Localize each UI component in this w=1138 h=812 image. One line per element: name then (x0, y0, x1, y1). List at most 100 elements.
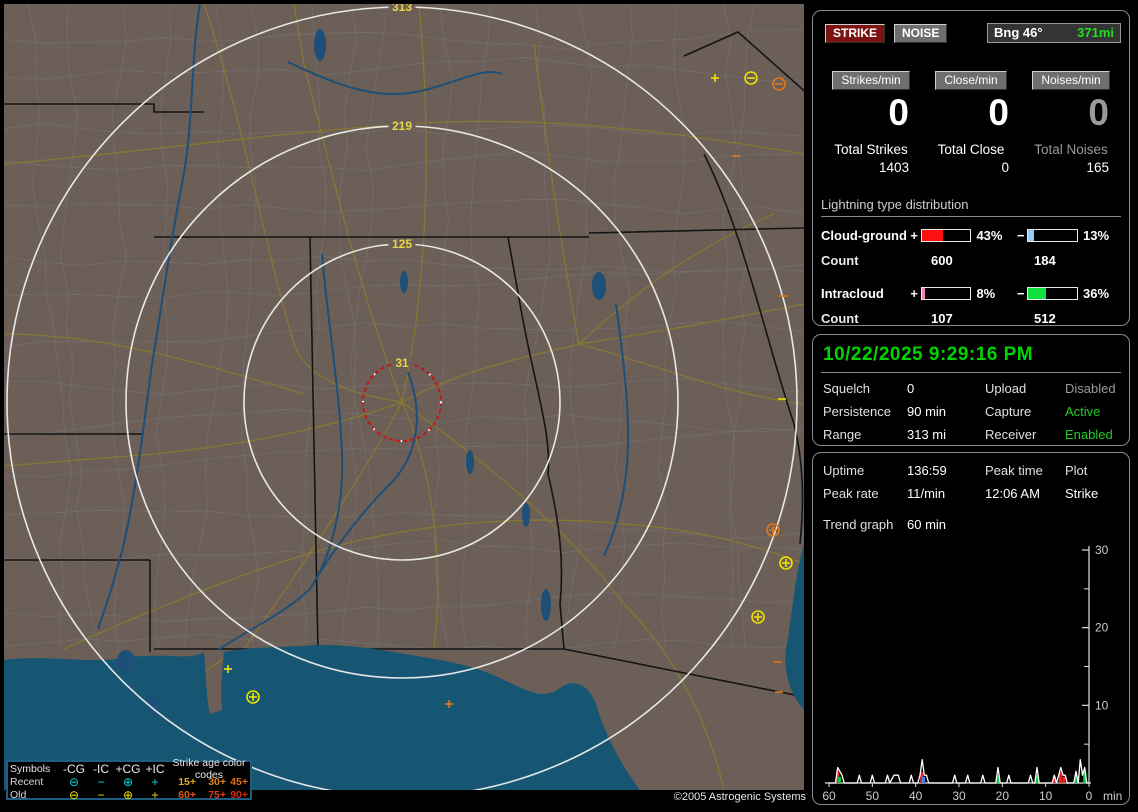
svg-text:20: 20 (996, 789, 1010, 800)
legend-row-old-label: Old (10, 789, 60, 801)
persistence-value: 90 min (907, 404, 985, 419)
count-label: Count (821, 253, 931, 268)
cloud-ground-row: Cloud-ground + 43% − 13% (821, 228, 1121, 243)
capture-status: Active (1065, 404, 1121, 419)
ic-positive-count: 107 (931, 311, 1034, 326)
cg-positive-count: 600 (931, 253, 1034, 268)
distribution-title: Lightning type distribution (821, 197, 1121, 217)
peak-time-label: Peak time (985, 463, 1065, 478)
neg-ic-recent-icon: − (88, 777, 114, 787)
receiver-label: Receiver (985, 427, 1065, 442)
pos-cg-old-icon: ⊕ (114, 790, 142, 800)
close-per-min-chip[interactable]: Close/min (935, 71, 1006, 90)
legend-symbols-header: Symbols (10, 763, 60, 775)
ic-negative-bar (1027, 287, 1078, 300)
svg-text:10: 10 (1095, 698, 1109, 712)
cg-negative-bar (1027, 229, 1078, 242)
status-row-squelch: Squelch 0 Upload Disabled (821, 381, 1121, 396)
svg-text:30: 30 (1095, 544, 1109, 557)
noise-button[interactable]: NOISE (894, 24, 947, 43)
cloud-ground-counts: Count 600 184 (821, 253, 1121, 268)
plot-mode-value: Strike (1065, 486, 1121, 501)
upload-label: Upload (985, 381, 1065, 396)
close-per-min-value: 0 (921, 94, 1021, 133)
total-close-value: 0 (921, 160, 1021, 175)
receiver-status: Enabled (1065, 427, 1121, 442)
svg-text:20: 20 (1095, 621, 1109, 635)
age-60: 60+ (168, 789, 198, 801)
status-row-range: Range 313 mi Receiver Enabled (821, 427, 1121, 442)
copyright-text: ©2005 Astrogenic Systems (674, 791, 806, 803)
minus-sign: − (1014, 286, 1027, 301)
total-noises-value: 165 (1021, 160, 1121, 175)
trend-graph-value: 60 min (907, 517, 946, 532)
range-value: 371mi (1077, 25, 1114, 40)
legend-col-pos-cg: +CG (114, 764, 142, 774)
svg-text:31: 31 (395, 356, 409, 370)
count-label: Count (821, 311, 931, 326)
svg-text:60: 60 (822, 789, 836, 800)
cg-positive-pct: 43% (976, 228, 1014, 243)
neg-ic-old-icon: − (88, 790, 114, 800)
noises-per-min-chip[interactable]: Noises/min (1032, 71, 1109, 90)
svg-text:313: 313 (392, 4, 412, 14)
legend-col-neg-ic: -IC (88, 764, 114, 774)
neg-cg-old-icon: ⊖ (60, 790, 88, 800)
svg-text:50: 50 (866, 789, 880, 800)
rate-counters: Strikes/min 0 Total Strikes 1403 Close/m… (821, 71, 1121, 175)
status-row-persistence: Persistence 90 min Capture Active (821, 404, 1121, 419)
strikes-per-min-value: 0 (821, 94, 921, 133)
range-label: Range (823, 427, 907, 442)
strike-button[interactable]: STRIKE (825, 24, 885, 43)
neg-cg-recent-icon: ⊖ (60, 777, 88, 787)
svg-text:min: min (1103, 789, 1122, 800)
intracloud-label: Intracloud (821, 286, 908, 301)
pos-cg-recent-icon: ⊕ (114, 777, 142, 787)
stats-row-peak: Peak rate 11/min 12:06 AM Strike (821, 486, 1121, 501)
ic-positive-pct: 8% (976, 286, 1014, 301)
total-noises-label: Total Noises (1021, 142, 1121, 157)
uptime-value: 136:59 (907, 463, 985, 478)
trend-graph-row: Trend graph 60 min (821, 517, 1121, 532)
age-45: 45+ (228, 776, 250, 788)
strikes-counter: Strikes/min 0 Total Strikes 1403 (821, 71, 921, 175)
cloud-ground-label: Cloud-ground (821, 228, 908, 243)
intracloud-counts: Count 107 512 (821, 311, 1121, 326)
minus-sign: − (1014, 228, 1027, 243)
ic-negative-count: 512 (1034, 311, 1056, 326)
bearing-range-display: Bng 46° 371mi (987, 23, 1121, 43)
total-strikes-label: Total Strikes (821, 142, 921, 157)
age-90: 90+ (228, 789, 250, 801)
system-status-group: 10/22/2025 9:29:16 PM Squelch 0 Upload D… (812, 334, 1130, 446)
svg-text:0: 0 (1086, 789, 1093, 800)
strikes-per-min-chip[interactable]: Strikes/min (832, 71, 909, 90)
svg-text:219: 219 (392, 119, 412, 133)
squelch-value: 0 (907, 381, 985, 396)
lightning-map[interactable]: 31321912531 Symbols -CG -IC +CG +IC Stri… (4, 4, 804, 808)
total-close-label: Total Close (921, 142, 1021, 157)
legend-col-pos-ic: +IC (142, 764, 168, 774)
total-strikes-value: 1403 (821, 160, 921, 175)
plus-sign: + (908, 286, 921, 301)
age-30: 30+ (198, 776, 228, 788)
uptime-label: Uptime (823, 463, 907, 478)
svg-text:30: 30 (952, 789, 966, 800)
age-75: 75+ (198, 789, 228, 801)
upload-status: Disabled (1065, 381, 1121, 396)
capture-label: Capture (985, 404, 1065, 419)
svg-text:40: 40 (909, 789, 923, 800)
plus-sign: + (908, 228, 921, 243)
cg-positive-bar (921, 229, 972, 242)
peak-rate-value: 11/min (907, 486, 985, 501)
bearing-label: Bng 46° (994, 25, 1043, 40)
trend-chart: 1020306050403020100min (821, 544, 1123, 800)
pos-ic-recent-icon: + (142, 777, 168, 787)
squelch-label: Squelch (823, 381, 907, 396)
legend-row-recent-label: Recent (10, 776, 60, 788)
trend-graph-label: Trend graph (823, 517, 907, 532)
close-counter: Close/min 0 Total Close 0 (921, 71, 1021, 175)
ic-negative-pct: 36% (1083, 286, 1121, 301)
range-setting-value: 313 mi (907, 427, 985, 442)
trend-group: Uptime 136:59 Peak time Plot Peak rate 1… (812, 452, 1130, 805)
ic-positive-bar (921, 287, 972, 300)
